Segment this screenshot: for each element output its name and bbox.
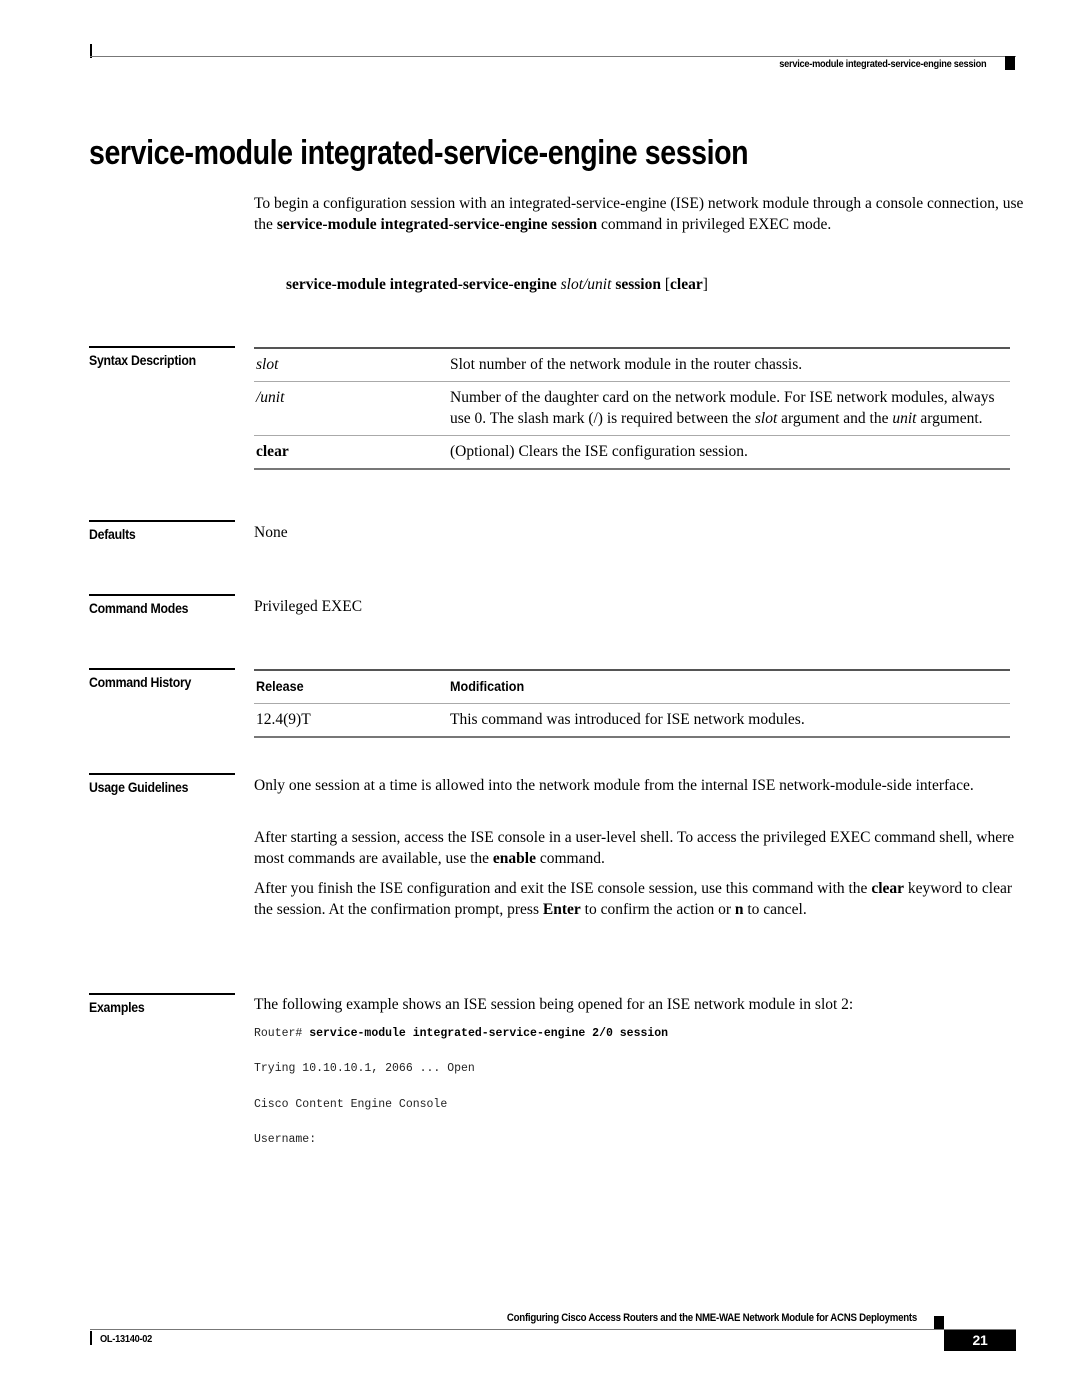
syntax-keyword: session	[611, 276, 661, 293]
intro-paragraph: To begin a configuration session with an…	[254, 193, 1024, 235]
term-unit: /unit	[256, 389, 285, 406]
footer-block-marker	[934, 1316, 944, 1330]
section-label-examples: Examples	[89, 993, 235, 1015]
table-row: slot Slot number of the network module i…	[254, 348, 1010, 382]
intro-command: service-module integrated-service-engine…	[276, 216, 598, 233]
table-row: clear (Optional) Clears the ISE configur…	[254, 436, 1010, 469]
command-history-table: Release Modification 12.4(9)T This comma…	[254, 669, 1010, 738]
example-output-line: Trying 10.10.10.1, 2066 ... Open	[254, 1062, 475, 1075]
footer-book-title: Configuring Cisco Access Routers and the…	[506, 1312, 917, 1324]
section-label-command-modes: Command Modes	[89, 594, 235, 616]
release-value: 12.4(9)T	[256, 711, 311, 728]
running-header-title: service-module integrated-service-engine…	[778, 58, 986, 70]
table-header-row: Release Modification	[254, 670, 1010, 704]
table-row: /unit Number of the daughter card on the…	[254, 382, 1010, 436]
intro-text-end: command in privileged EXEC mode.	[597, 216, 832, 233]
syntax-bracket-open: [	[660, 276, 671, 293]
syntax-description-table: slot Slot number of the network module i…	[254, 347, 1010, 470]
modification-value: This command was introduced for ISE netw…	[450, 711, 805, 728]
syntax-argument: slot/unit	[560, 276, 612, 293]
section-label-syntax-description: Syntax Description	[89, 346, 235, 368]
command-syntax: service-module integrated-service-engine…	[286, 274, 708, 295]
example-output-line: Cisco Content Engine Console	[254, 1098, 448, 1111]
footer-rule-marker	[90, 1331, 92, 1345]
term-clear: clear	[256, 443, 289, 460]
column-header-release: Release	[256, 678, 304, 694]
command-modes-value: Privileged EXEC	[254, 598, 363, 615]
footer-doc-number: OL-13140-02	[100, 1333, 153, 1345]
term-description: (Optional) Clears the ISE configuration …	[450, 443, 748, 460]
syntax-command: service-module integrated-service-engine	[286, 276, 561, 293]
example-output-line: Username:	[254, 1133, 317, 1146]
section-label-usage-guidelines: Usage Guidelines	[89, 773, 235, 795]
term-slot: slot	[256, 356, 279, 373]
footer-rule	[90, 1329, 1016, 1330]
section-label-command-history: Command History	[89, 668, 235, 690]
usage-paragraph-1: Only one session at a time is allowed in…	[254, 777, 974, 794]
column-header-modification: Modification	[450, 678, 525, 694]
table-row: 12.4(9)T This command was introduced for…	[254, 704, 1010, 737]
usage-paragraph-2: After starting a session, access the ISE…	[254, 829, 1015, 867]
term-description: Number of the daughter card on the netwo…	[450, 389, 995, 427]
example-command-line: Router# service-module integrated-servic…	[254, 1027, 669, 1040]
syntax-option: clear	[670, 276, 703, 293]
header-rule	[90, 56, 1016, 57]
defaults-value: None	[254, 524, 288, 541]
syntax-bracket-close: ]	[702, 276, 708, 293]
section-label-defaults: Defaults	[89, 520, 235, 542]
term-description: Slot number of the network module in the…	[450, 356, 803, 373]
usage-paragraph-3: After you finish the ISE configuration a…	[254, 880, 1013, 918]
header-block-marker	[1005, 56, 1015, 70]
page-number: 21	[944, 1330, 1016, 1351]
examples-intro: The following example shows an ISE sessi…	[254, 996, 854, 1013]
page-title: service-module integrated-service-engine…	[89, 134, 749, 172]
